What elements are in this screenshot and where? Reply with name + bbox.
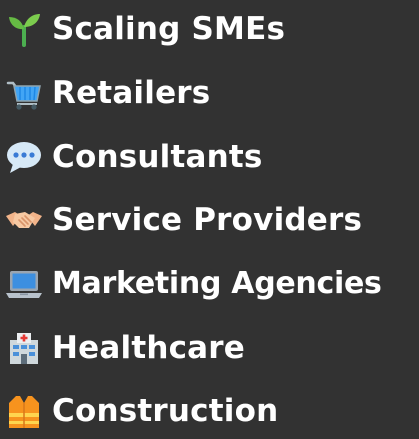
list-item-label: Service Providers bbox=[52, 201, 363, 238]
list-item-healthcare: Healthcare bbox=[4, 320, 245, 376]
list-item-consultants: Consultants bbox=[4, 129, 263, 185]
handshake-icon bbox=[4, 200, 44, 240]
laptop-icon bbox=[4, 264, 44, 304]
shopping-cart-icon bbox=[4, 73, 44, 113]
list-item-label: Scaling SMEs bbox=[52, 10, 286, 47]
list-item-construction: Construction bbox=[4, 383, 278, 439]
seedling-icon bbox=[4, 9, 44, 49]
list-item-label: Healthcare bbox=[52, 329, 246, 366]
list-item-service-providers: Service Providers bbox=[4, 192, 362, 248]
audience-list: Scaling SMEs Retailers Consultants Servi… bbox=[0, 0, 419, 429]
list-item-marketing-agencies: Marketing Agencies bbox=[4, 256, 382, 312]
list-item-label: Consultants bbox=[52, 138, 263, 175]
list-item-label: Retailers bbox=[52, 74, 211, 111]
list-item-label: Marketing Agencies bbox=[52, 266, 382, 301]
list-item-label: Construction bbox=[52, 392, 279, 429]
list-item-scaling-smes: Scaling SMEs bbox=[4, 1, 285, 57]
safety-vest-icon bbox=[4, 391, 44, 431]
hospital-icon bbox=[4, 328, 44, 368]
list-item-retailers: Retailers bbox=[4, 65, 210, 121]
speech-bubble-icon bbox=[4, 137, 44, 177]
